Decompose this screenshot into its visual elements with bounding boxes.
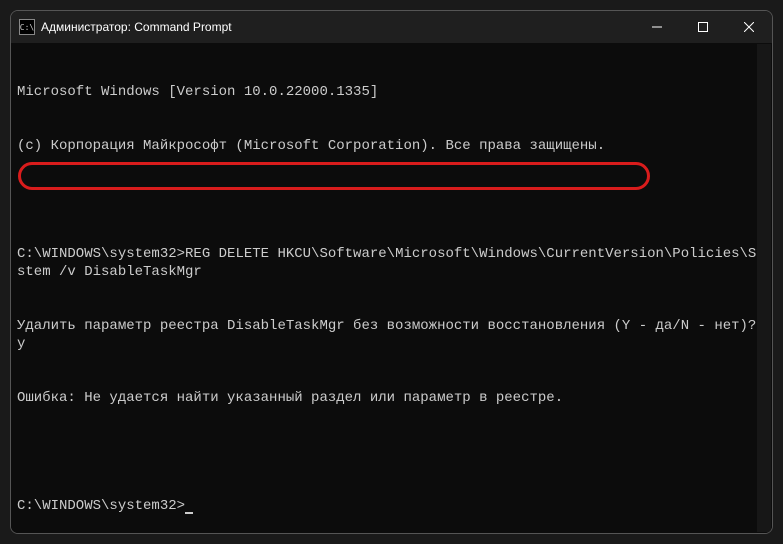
scrollbar-thumb[interactable]	[757, 44, 771, 532]
titlebar[interactable]: C:\ Администратор: Command Prompt	[11, 11, 772, 43]
window-controls	[634, 11, 772, 43]
minimize-button[interactable]	[634, 11, 680, 43]
prompt: C:\WINDOWS\system32>	[17, 498, 185, 514]
maximize-button[interactable]	[680, 11, 726, 43]
prompt-line: C:\WINDOWS\system32>	[17, 497, 766, 515]
window-title: Администратор: Command Prompt	[41, 20, 232, 34]
prompt: C:\WINDOWS\system32>	[17, 246, 185, 262]
titlebar-left: C:\ Администратор: Command Prompt	[19, 19, 232, 35]
output-line: Удалить параметр реестра DisableTaskMgr …	[17, 317, 766, 353]
scrollbar[interactable]	[757, 44, 771, 532]
cursor	[185, 512, 193, 514]
output-line: (c) Корпорация Майкрософт (Microsoft Cor…	[17, 137, 766, 155]
terminal-output[interactable]: Microsoft Windows [Version 10.0.22000.13…	[11, 43, 772, 533]
output-line: Microsoft Windows [Version 10.0.22000.13…	[17, 83, 766, 101]
cmd-icon: C:\	[19, 19, 35, 35]
output-line	[17, 443, 766, 461]
output-line	[17, 191, 766, 209]
command-line: C:\WINDOWS\system32>REG DELETE HKCU\Soft…	[17, 245, 766, 281]
command-prompt-window: C:\ Администратор: Command Prompt Micros…	[10, 10, 773, 534]
error-line: Ошибка: Не удается найти указанный разде…	[17, 389, 766, 407]
close-button[interactable]	[726, 11, 772, 43]
annotation-highlight	[18, 162, 650, 190]
